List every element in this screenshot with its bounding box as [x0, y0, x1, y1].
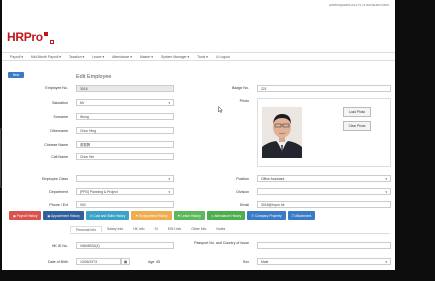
surname-field[interactable]: Wong [76, 113, 174, 120]
position-label: Position [236, 177, 249, 181]
nav-tools[interactable]: Tools ▾ [197, 55, 208, 59]
tab-hk-info[interactable]: HK Info [128, 226, 149, 233]
salutation-value: Mr [80, 100, 84, 105]
tab-personal-info[interactable]: Personal Info [70, 226, 102, 233]
tab-esh-info[interactable]: ESH Info [163, 226, 187, 233]
device-frame: HRPro HRPRO@HRPLUS1.T1 | 5.SUNSHIFO.PRO … [0, 0, 435, 281]
email-label: Email [240, 203, 249, 207]
othername-label: Othername [50, 129, 68, 133]
nav-master[interactable]: Master ▾ [140, 55, 153, 59]
employment-history-button[interactable]: ⚑ Employment History [131, 211, 172, 220]
leave-history-button[interactable]: ⚑ Leave History [173, 211, 205, 220]
attachment-button[interactable]: ❐ Attachment [287, 211, 316, 220]
hkid-field[interactable]: V6848932(4) [76, 242, 174, 249]
chevron-down-icon: ▾ [385, 259, 387, 264]
surname-label: Surname [53, 115, 68, 119]
division-label: Division [236, 190, 249, 194]
salutation-label: Salutation [52, 101, 68, 105]
chevron-down-icon: ▾ [168, 176, 170, 181]
nav-system-manager[interactable]: System Manager ▾ [161, 55, 189, 59]
load-photo-button[interactable]: Load Photo [343, 107, 371, 117]
cost-skills-history-button[interactable]: ✆ Cost and Skills History [85, 211, 130, 220]
history-tabbar: ▣ Payroll History ▣ Appointment History … [9, 211, 316, 220]
chinese-name-label: Chinese Name [44, 143, 68, 147]
page-title: Edit Employee [76, 74, 112, 80]
clear-photo-button[interactable]: Clear Photo [343, 121, 371, 131]
appointment-history-button[interactable]: ▣ Appointment History [43, 211, 84, 220]
nav-payroll[interactable]: Payroll ▾ [10, 55, 23, 59]
department-select[interactable]: [PPD] Planning & Project ▾ [76, 188, 174, 195]
tab-other-info[interactable]: Other Info [186, 226, 211, 233]
attendance-history-button[interactable]: ◷ Attendance History [206, 211, 246, 220]
employee-no-field: 3018 [76, 85, 174, 92]
salutation-select[interactable]: Mr ▾ [76, 99, 174, 106]
phone-ext-label: Phone / Ext [49, 203, 68, 207]
nav-logout[interactable]: ⏻ Logout [216, 55, 230, 59]
app-header: HRPro HRPRO@HRPLUS1.T1 | 5.SUNSHIFO.PRO [2, 0, 395, 49]
division-select[interactable]: ▾ [257, 188, 391, 195]
new-button[interactable]: New [8, 72, 24, 78]
calendar-icon[interactable]: ▦ [121, 258, 130, 265]
nav-mid-month-payroll[interactable]: Mid-Month Payroll ▾ [31, 55, 61, 59]
user-info: HRPRO@HRPLUS1.T1 | 5.SUNSHIFO.PRO [329, 3, 389, 7]
main-nav: Payroll ▾ Mid-Month Payroll ▾ Taxation ▾… [2, 52, 395, 61]
department-label: Department [49, 190, 68, 194]
department-value: [PPD] Planning & Project [80, 189, 118, 194]
chevron-down-icon: ▾ [168, 189, 170, 194]
company-property-button[interactable]: ☰ Company Property [247, 211, 286, 220]
dob-label: Date of Birth [48, 260, 68, 264]
chevron-down-icon: ▾ [385, 189, 387, 194]
chevron-down-icon: ▾ [385, 176, 387, 181]
passport-label: Passport No. and Country of Issue [194, 241, 249, 245]
chevron-down-icon: ▾ [168, 100, 170, 105]
hkid-label: HK ID No. [51, 244, 68, 248]
info-subtabs: Personal Info Salary Info HK Info SI ESH… [70, 226, 390, 234]
nav-leave[interactable]: Leave ▾ [92, 55, 104, 59]
dob-field[interactable]: 13/06/1973 [76, 258, 121, 265]
mouse-pointer-icon [218, 106, 223, 113]
hrpro-logo: HRPro [7, 30, 54, 44]
age-value: 45 [156, 260, 160, 264]
logo-dot [43, 32, 48, 36]
passport-field[interactable] [257, 242, 391, 249]
app-screen: HRPro HRPRO@HRPLUS1.T1 | 5.SUNSHIFO.PRO … [2, 0, 395, 270]
othername-field[interactable]: Chun Hing [76, 127, 174, 134]
employee-class-label: Employee Class [42, 177, 68, 181]
badge-no-field[interactable]: 221 [257, 85, 391, 92]
logo-dot-outline [49, 40, 54, 44]
photo-panel: Load Photo Clear Photo [257, 98, 391, 167]
photo-label: Photo [239, 99, 249, 103]
employee-photo [262, 107, 302, 158]
call-name-label: Call Name [51, 155, 68, 159]
age-label: Age [148, 260, 155, 264]
payroll-history-button[interactable]: ▣ Payroll History [9, 211, 42, 220]
tab-notes[interactable]: Notes [211, 226, 230, 233]
employee-no-label: Employee No. [45, 86, 68, 90]
call-name-field[interactable]: Chun Hin [76, 153, 174, 160]
nav-taxation[interactable]: Taxation ▾ [69, 55, 84, 59]
nav-attendance[interactable]: Attendance ▾ [112, 55, 132, 59]
position-select[interactable]: Office Assistant ▾ [257, 175, 391, 182]
position-value: Office Assistant [261, 176, 285, 181]
sex-label: Sex [242, 260, 249, 264]
badge-no-label: Badge No. [232, 86, 249, 90]
sex-select[interactable]: Male ▾ [257, 258, 391, 265]
phone-ext-field[interactable]: 000 [76, 201, 174, 208]
chinese-name-field[interactable]: 黃振興 [76, 141, 174, 148]
tab-salary-info[interactable]: Salary Info [102, 226, 128, 233]
tab-si[interactable]: SI [150, 226, 163, 233]
email-field[interactable]: 3018@hrpro.hk [257, 201, 391, 208]
employee-class-select[interactable]: ▾ [76, 175, 174, 182]
sex-value: Male [261, 259, 269, 264]
